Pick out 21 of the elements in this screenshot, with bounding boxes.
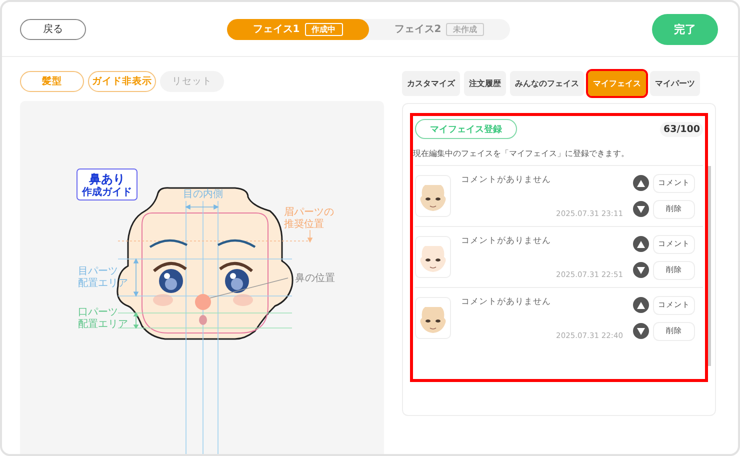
panel-tab[interactable]: マイパーツ [650, 71, 700, 96]
guide-label: 眉パーツの [284, 207, 334, 218]
face-count: 63/100 [660, 122, 703, 136]
status-badge: 未作成 [446, 22, 484, 36]
badge-subtitle: 作成ガイド [82, 187, 132, 198]
panel-tab[interactable]: みんなのフェイス [510, 71, 584, 96]
badge-title: 鼻あり [89, 172, 125, 186]
panel-tab[interactable]: 注文履歴 [464, 71, 506, 96]
status-badge: 作成中 [304, 22, 343, 36]
guide-label: 推奨位置 [284, 219, 324, 230]
guide-label: 口パーツ [78, 307, 118, 318]
guide-label: 目パーツ [78, 266, 118, 277]
comment-text: コメントがありません [461, 235, 552, 247]
comment-text: コメントがありません [461, 296, 552, 308]
comment-text: コメントがありません [461, 174, 552, 186]
guide-label: 配置エリア [78, 319, 128, 330]
guide-label: 配置エリア [78, 278, 128, 289]
guide-label: 目の内側 [183, 189, 223, 200]
guide-label: 鼻の位置 [295, 273, 335, 284]
back-button[interactable]: 戻る [20, 18, 86, 40]
panel-tab[interactable]: カスタマイズ [402, 71, 460, 96]
